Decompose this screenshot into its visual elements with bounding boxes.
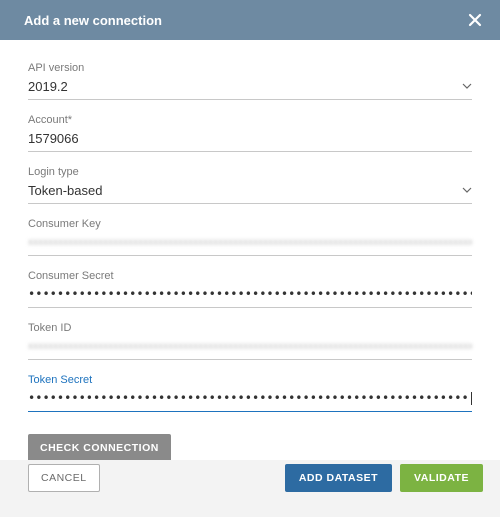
api-version-value: 2019.2 xyxy=(28,79,68,94)
close-button[interactable] xyxy=(468,13,482,27)
dialog-header: Add a new connection xyxy=(0,0,500,40)
token-id-label: Token ID xyxy=(28,322,472,334)
chevron-down-icon xyxy=(462,183,472,198)
api-version-label: API version xyxy=(28,62,472,74)
add-dataset-button[interactable]: ADD DATASET xyxy=(285,464,392,492)
api-version-select[interactable]: 2019.2 xyxy=(28,77,472,100)
validate-button[interactable]: VALIDATE xyxy=(400,464,483,492)
login-type-select[interactable]: Token-based xyxy=(28,181,472,204)
consumer-key-label: Consumer Key xyxy=(28,218,472,230)
consumer-secret-value: ••••••••••••••••••••••••••••••••••••••••… xyxy=(28,287,472,301)
login-type-value: Token-based xyxy=(28,183,102,198)
field-api-version: API version 2019.2 xyxy=(28,62,472,100)
check-connection-button[interactable]: CHECK CONNECTION xyxy=(28,434,171,462)
dialog-footer: CANCEL ADD DATASET VALIDATE xyxy=(0,460,500,496)
consumer-secret-input[interactable]: ••••••••••••••••••••••••••••••••••••••••… xyxy=(28,285,472,308)
chevron-down-icon xyxy=(462,79,472,94)
account-value: 1579066 xyxy=(28,131,79,146)
field-consumer-secret: Consumer Secret ••••••••••••••••••••••••… xyxy=(28,270,472,308)
account-label: Account* xyxy=(28,114,472,126)
account-input[interactable]: 1579066 xyxy=(28,129,472,152)
dialog-title: Add a new connection xyxy=(24,13,162,28)
token-secret-value: ••••••••••••••••••••••••••••••••••••••••… xyxy=(28,391,470,405)
footer-right-group: ADD DATASET VALIDATE xyxy=(285,464,483,492)
dialog-add-connection: Add a new connection API version 2019.2 … xyxy=(0,0,500,517)
cancel-button[interactable]: CANCEL xyxy=(28,464,100,492)
token-secret-input[interactable]: ••••••••••••••••••••••••••••••••••••••••… xyxy=(28,389,472,412)
token-id-value: xxxxxxxxxxxxxxxxxxxxxxxxxxxxxxxxxxxxxxxx… xyxy=(28,341,472,352)
field-token-id: Token ID xxxxxxxxxxxxxxxxxxxxxxxxxxxxxxx… xyxy=(28,322,472,360)
token-id-input[interactable]: xxxxxxxxxxxxxxxxxxxxxxxxxxxxxxxxxxxxxxxx… xyxy=(28,337,472,360)
token-secret-label: Token Secret xyxy=(28,374,472,386)
consumer-key-value: xxxxxxxxxxxxxxxxxxxxxxxxxxxxxxxxxxxxxxxx… xyxy=(28,237,472,248)
consumer-key-input[interactable]: xxxxxxxxxxxxxxxxxxxxxxxxxxxxxxxxxxxxxxxx… xyxy=(28,233,472,256)
close-icon xyxy=(468,13,482,27)
text-caret xyxy=(471,392,472,405)
consumer-secret-label: Consumer Secret xyxy=(28,270,472,282)
field-login-type: Login type Token-based xyxy=(28,166,472,204)
login-type-label: Login type xyxy=(28,166,472,178)
field-account: Account* 1579066 xyxy=(28,114,472,152)
field-consumer-key: Consumer Key xxxxxxxxxxxxxxxxxxxxxxxxxxx… xyxy=(28,218,472,256)
field-token-secret: Token Secret •••••••••••••••••••••••••••… xyxy=(28,374,472,412)
dialog-body: API version 2019.2 Account* 1579066 Logi… xyxy=(0,40,500,460)
